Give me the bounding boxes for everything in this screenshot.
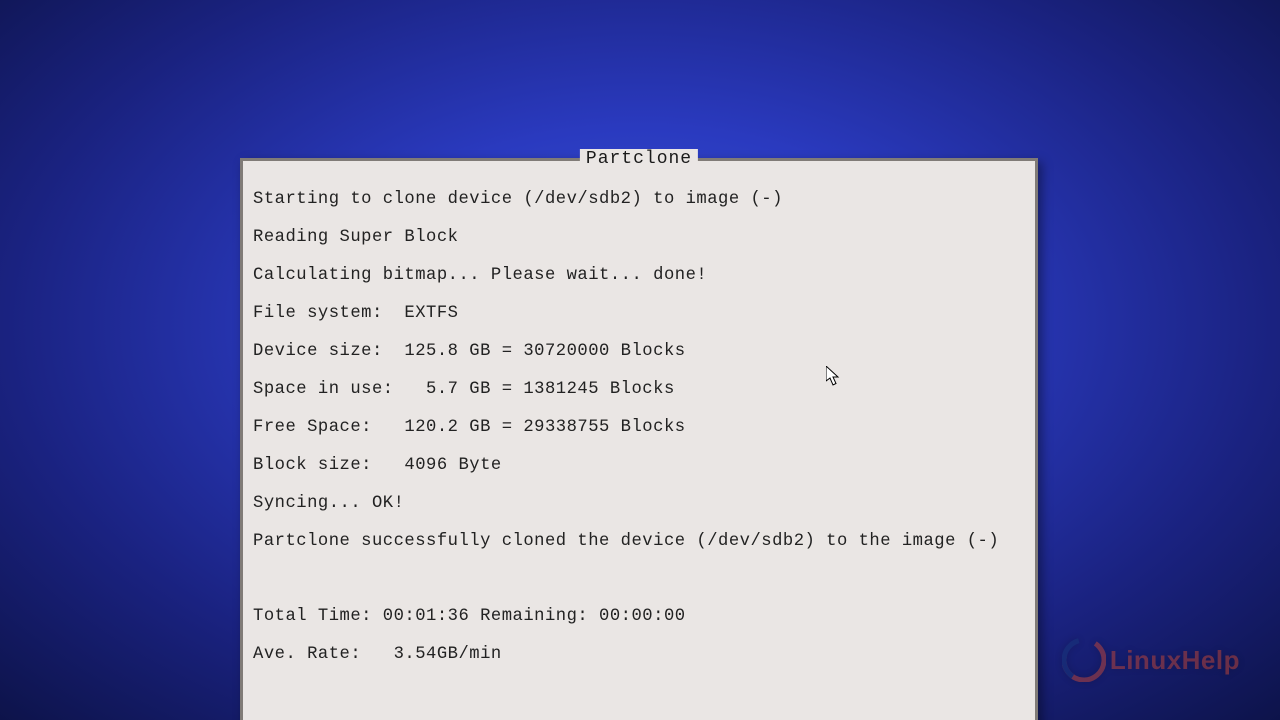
linuxhelp-logo-icon [1062,638,1106,682]
watermark: LinuxHelp [1062,638,1240,682]
dialog-title: Partclone [580,149,698,169]
log-line: Starting to clone device (/dev/sdb2) to … [253,190,1025,209]
log-line: File system: EXTFS [253,304,1025,323]
log-line: Syncing... OK! [253,494,1025,513]
log-line: Total Time: 00:01:36 Remaining: 00:00:00 [253,607,1025,626]
log-line: Device size: 125.8 GB = 30720000 Blocks [253,342,1025,361]
log-line: Reading Super Block [253,228,1025,247]
log-line: Block size: 4096 Byte [253,456,1025,475]
partclone-dialog: Partclone Starting to clone device (/dev… [240,158,1038,720]
log-line: Ave. Rate: 3.54GB/min [253,645,1025,664]
log-line: Calculating bitmap... Please wait... don… [253,266,1025,285]
log-line: Space in use: 5.7 GB = 1381245 Blocks [253,380,1025,399]
watermark-text: LinuxHelp [1110,645,1240,676]
log-line: Partclone successfully cloned the device… [253,532,1025,551]
dialog-body: Starting to clone device (/dev/sdb2) to … [243,161,1035,720]
log-line: Free Space: 120.2 GB = 29338755 Blocks [253,418,1025,437]
